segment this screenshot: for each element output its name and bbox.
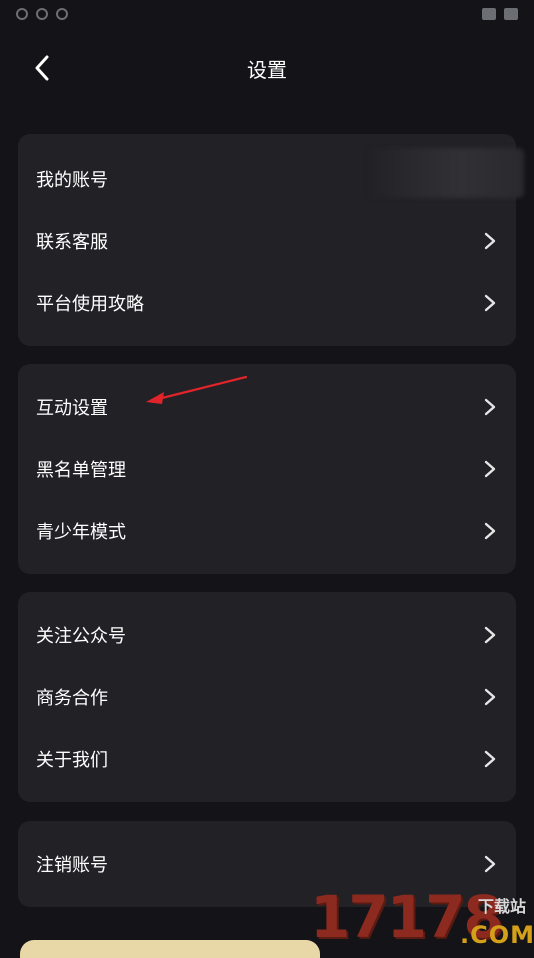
row-platform-guide[interactable]: 平台使用攻略 [18,272,516,334]
chevron-right-icon [482,749,498,769]
row-business-cooperation[interactable]: 商务合作 [18,666,516,728]
row-label: 平台使用攻略 [36,294,144,315]
status-icon [36,8,48,20]
row-teen-mode[interactable]: 青少年模式 [18,500,516,562]
blurred-account-info [368,148,524,198]
row-interaction-settings[interactable]: 互动设置 [18,376,516,438]
status-icons-left [16,8,68,20]
settings-group-about: 关注公众号 商务合作 关于我们 [18,592,516,802]
bottom-banner [20,940,320,958]
row-label: 关于我们 [36,750,108,771]
chevron-right-icon [482,293,498,313]
watermark-site: 下载站 [478,897,527,916]
watermark-domain: .COM [460,921,534,949]
wifi-icon [482,8,496,20]
chevron-right-icon [482,459,498,479]
chevron-right-icon [482,854,498,874]
status-icons-right [482,8,518,20]
settings-group-privacy: 互动设置 黑名单管理 青少年模式 [18,364,516,574]
row-label: 青少年模式 [36,522,126,543]
row-label: 黑名单管理 [36,460,126,481]
settings-group-account: 我的账号 联系客服 平台使用攻略 [18,134,524,346]
row-label: 注销账号 [36,855,108,876]
header: 设置 [0,40,534,96]
battery-icon [504,8,518,20]
status-icon [16,8,28,20]
chevron-right-icon [482,521,498,541]
chevron-right-icon [482,625,498,645]
chevron-right-icon [482,687,498,707]
row-label: 关注公众号 [36,626,126,647]
status-icon [56,8,68,20]
page-title: 设置 [247,58,287,82]
chevron-right-icon [482,397,498,417]
watermark-logo: 17178 下载站 .COM [310,885,534,950]
row-contact-support[interactable]: 联系客服 [18,210,516,272]
row-label: 互动设置 [36,398,108,419]
row-label: 商务合作 [36,688,108,709]
annotation-arrow [146,375,248,404]
row-about-us[interactable]: 关于我们 [18,728,516,790]
row-blacklist[interactable]: 黑名单管理 [18,438,516,500]
status-bar [0,0,534,28]
row-label: 联系客服 [36,232,108,253]
chevron-right-icon [482,231,498,251]
row-label: 我的账号 [36,170,108,191]
row-follow-official-account[interactable]: 关注公众号 [18,604,516,666]
